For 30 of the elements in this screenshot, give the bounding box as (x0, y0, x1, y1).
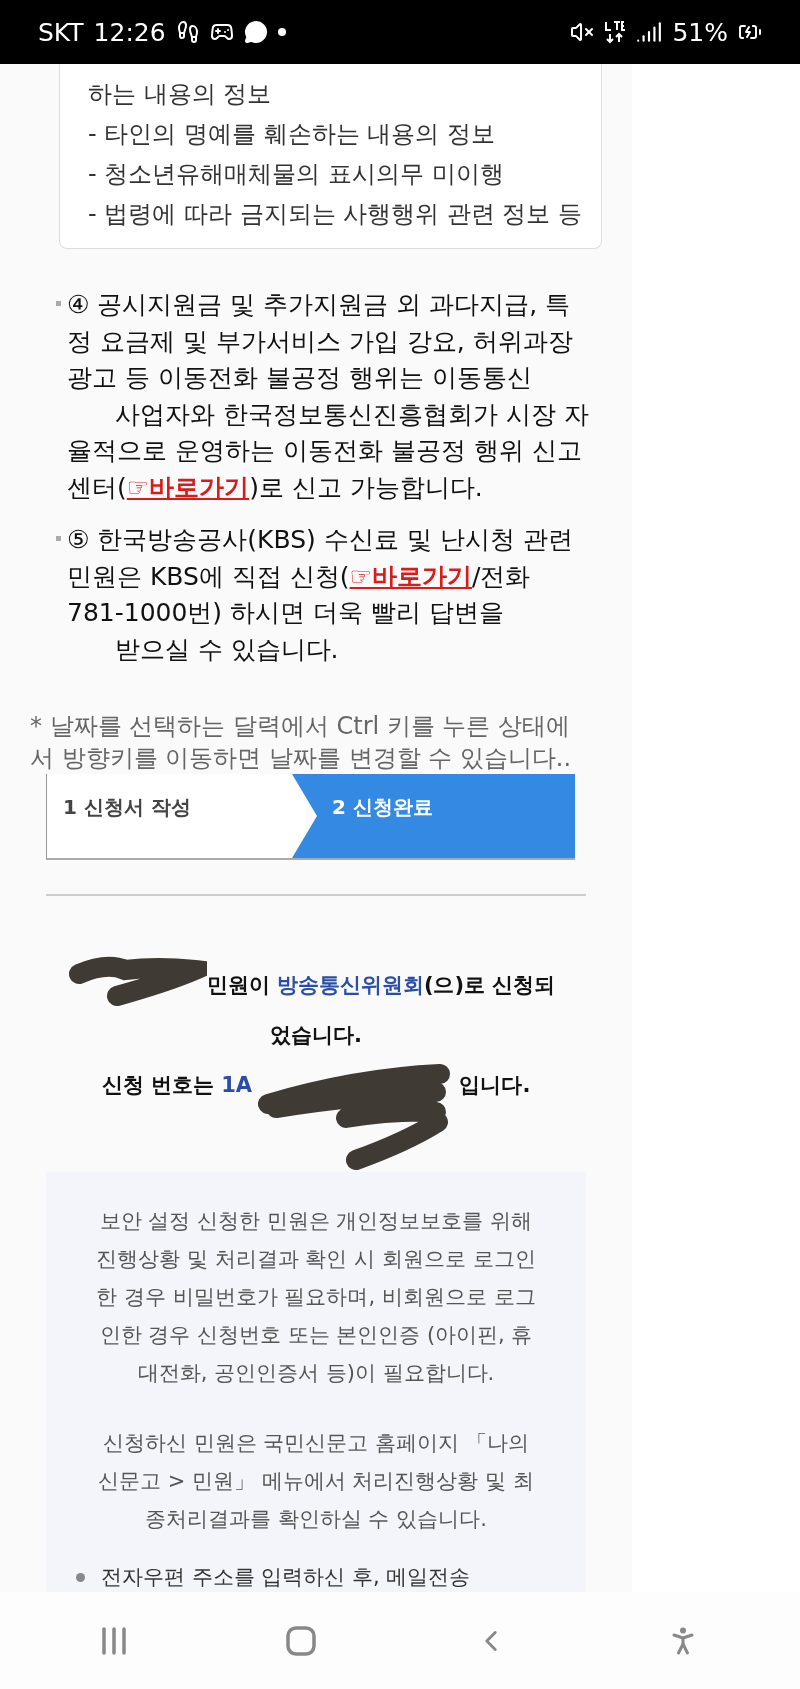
home-icon[interactable] (286, 1625, 317, 1656)
progress-step: 1 신청서 작성 (47, 774, 306, 859)
shortcut-link[interactable]: ☞바로가기 (126, 472, 250, 502)
lte-icon (604, 20, 627, 44)
chat-bubble-icon (243, 20, 268, 44)
info-paragraph: 신청하신 민원은 국민신문고 홈페이지 「나의 신문고 > 민원」 메뉴에서 처리진행상황 및 최 종처리결과를 확인하실 수 있습니다. (98, 1430, 534, 1533)
application-number-text: 입니다. (458, 1072, 531, 1099)
battery-text: 51% (672, 17, 728, 47)
bullet-icon (56, 301, 61, 306)
bullet-icon (56, 536, 61, 541)
application-number-text: 신청 번호는 1A (101, 1072, 253, 1099)
result-message: 었습니다. (270, 1022, 362, 1049)
signal-icon (636, 19, 663, 45)
notice-line: 하는 내용의 정보 (88, 79, 273, 110)
info-bullet-text: 전자우편 주소를 입력하신 후, 메일전송 (101, 1564, 471, 1591)
dot-icon (277, 28, 286, 36)
result-message: 민원이 방송통신위원회(으)로 신청되 (206, 972, 556, 999)
mute-icon (570, 20, 595, 44)
notice-line: - 청소년유해매체물의 표시의무 미이행 (88, 159, 505, 190)
bullet-icon (76, 1572, 85, 1582)
note-paragraph: ⑤ 한국방송공사(KBS) 수신료 및 난시청 관련 민원은 KBS에 직접 신청(☞바로가기/전화 781-1000번) 하시면 더욱 빨리 답변을 받으실 수 있습니다. (67, 524, 573, 666)
carrier-text: SKT (38, 17, 84, 47)
clock-text: 12:26 (93, 17, 166, 47)
note-paragraph: ④ 공시지원금 및 추가지원금 외 과다지급, 특 정 요금제 및 부가서비스 가입 강요, 허위과장 광고 등 이동전화 불공정 행위는 이동통신 사업자와 한국정보통신진흥협회가 시장 자 율적으로 운영하는 이동전화 불공정 행위 신고 센터(☞바로가기)로 신고 가능합니다. (67, 289, 589, 504)
progress-step: 2 신청완료 (292, 774, 575, 859)
calendar-hint-text: * 날짜를 선택하는 달력에서 Ctrl 키를 누른 상태에 서 방향키를 이동하면 날짜를 변경할 수 있습니다.. (30, 711, 573, 774)
notice-line: - 타인의 명예를 훼손하는 내용의 정보 (88, 119, 496, 150)
shortcut-link[interactable]: ☞바로가기 (349, 561, 472, 591)
notice-line: - 법령에 따라 금지되는 사행행위 관련 정보 등 (88, 199, 584, 230)
info-paragraph: 보안 설정 신청한 민원은 개인정보보호를 위해 진행상황 및 처리결과 확인 시 회원으로 로그인 한 경우 비밀번호가 필요하며, 비회원으로 로그 인한 경우 신청번호 또는 본인인증 (아이핀, 휴 대전화, 공인인증서 등)이 필요합니다. (96, 1208, 536, 1387)
